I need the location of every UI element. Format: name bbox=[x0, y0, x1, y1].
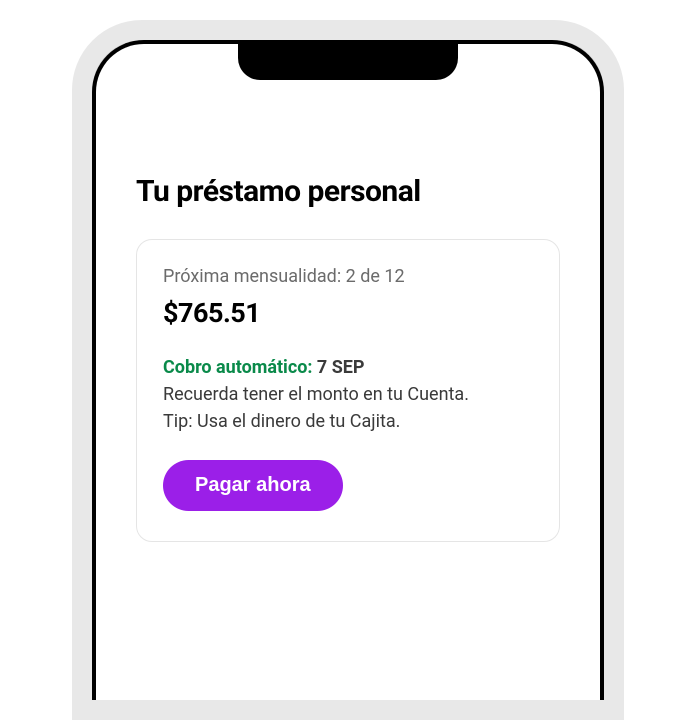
loan-screen-content: Tu préstamo personal Próxima mensualidad… bbox=[96, 44, 600, 542]
phone-frame: Tu préstamo personal Próxima mensualidad… bbox=[72, 20, 624, 720]
tip-text: Tip: Usa el dinero de tu Cajita. bbox=[163, 409, 533, 434]
phone-screen: Tu préstamo personal Próxima mensualidad… bbox=[92, 40, 604, 700]
auto-charge-label: Cobro automático: bbox=[163, 357, 317, 378]
next-payment-label: Próxima mensualidad: 2 de 12 bbox=[163, 266, 533, 287]
phone-notch bbox=[238, 44, 458, 80]
pay-now-button[interactable]: Pagar ahora bbox=[163, 460, 343, 511]
payment-amount: $765.51 bbox=[163, 297, 533, 329]
auto-charge-date: 7 SEP bbox=[317, 357, 365, 378]
reminder-text: Recuerda tener el monto en tu Cuenta. bbox=[163, 382, 533, 407]
page-title: Tu préstamo personal bbox=[136, 174, 560, 209]
loan-card: Próxima mensualidad: 2 de 12 $765.51 Cob… bbox=[136, 239, 560, 542]
auto-charge-line: Cobro automático: 7 SEP bbox=[163, 357, 533, 378]
